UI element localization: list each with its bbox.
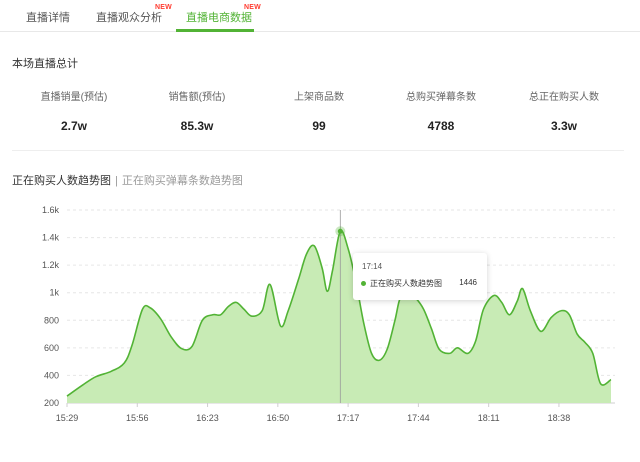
y-tick-label: 400 — [44, 370, 59, 380]
stat-value: 2.7w — [60, 119, 87, 133]
divider — [12, 150, 624, 151]
y-tick-label: 600 — [44, 343, 59, 353]
stat-buyers: 总正在购买人数 3.3w — [500, 88, 628, 133]
chart-tab-comments[interactable]: 正在购买弹幕条数趋势图 — [122, 175, 243, 187]
x-tick-label: 17:17 — [337, 413, 360, 423]
tab-bar: 直播详情 直播观众分析 NEW 直播电商数据 NEW — [0, 0, 640, 32]
chart-switch: 正在购买人数趋势图 | 正在购买弹幕条数趋势图 — [12, 172, 243, 188]
y-tick-label: 1.4k — [42, 233, 60, 243]
y-tick-label: 200 — [44, 398, 59, 408]
series-area — [67, 230, 611, 403]
stat-label: 销售额(预估) — [168, 92, 226, 103]
tooltip-series-dot — [361, 281, 366, 286]
stat-value: 85.3w — [180, 119, 214, 133]
stat-revenue: 销售额(预估) 85.3w — [133, 88, 261, 133]
stat-sales-volume: 直播销量(预估) 2.7w — [10, 88, 138, 133]
x-tick-label: 16:23 — [196, 413, 219, 423]
stat-product-count: 上架商品数 99 — [255, 88, 383, 133]
stat-label: 直播销量(预估) — [40, 92, 108, 103]
x-tick-label: 18:11 — [478, 413, 500, 423]
chart-tab-separator: | — [115, 175, 118, 187]
tooltip-value: 1446 — [459, 278, 477, 287]
new-badge: NEW — [155, 4, 172, 11]
tab-live-details[interactable]: 直播详情 — [26, 9, 70, 25]
x-tick-label: 15:56 — [126, 413, 149, 423]
stat-label: 上架商品数 — [294, 92, 344, 103]
y-tick-label: 1.6k — [42, 205, 60, 215]
x-tick-label: 17:44 — [407, 413, 430, 423]
tab-ecommerce-data[interactable]: 直播电商数据 — [186, 9, 252, 25]
trend-chart[interactable]: 200 400 600 800 1k 1.2k 1.4k 1.6k 15:29 15:56 16:… — [0, 195, 640, 435]
stat-label: 总购买弹幕条数 — [406, 92, 476, 103]
stat-value: 4788 — [427, 119, 455, 133]
tooltip-time: 17:14 — [362, 262, 383, 271]
x-tick-label: 16:50 — [267, 413, 290, 423]
stat-value: 99 — [312, 119, 326, 133]
stat-purchase-comments: 总购买弹幕条数 4788 — [377, 88, 505, 133]
tab-audience-analysis[interactable]: 直播观众分析 — [96, 9, 162, 25]
stat-value: 3.3w — [550, 119, 577, 133]
y-tick-label: 1.2k — [42, 260, 60, 270]
x-tick-label: 18:38 — [548, 413, 571, 423]
y-tick-label: 800 — [44, 315, 59, 325]
y-tick-label: 1k — [49, 288, 59, 298]
tooltip-series-name: 正在购买人数趋势图 — [370, 279, 442, 288]
active-tab-indicator — [176, 29, 254, 32]
summary-title: 本场直播总计 — [12, 58, 78, 70]
chart-tooltip: 17:14 正在购买人数趋势图 1446 — [353, 253, 487, 300]
chart-tab-buyers[interactable]: 正在购买人数趋势图 — [12, 175, 111, 187]
new-badge: NEW — [244, 4, 261, 11]
highlight-point — [337, 228, 343, 234]
x-tick-label: 15:29 — [56, 413, 79, 423]
stat-label: 总正在购买人数 — [529, 92, 599, 103]
